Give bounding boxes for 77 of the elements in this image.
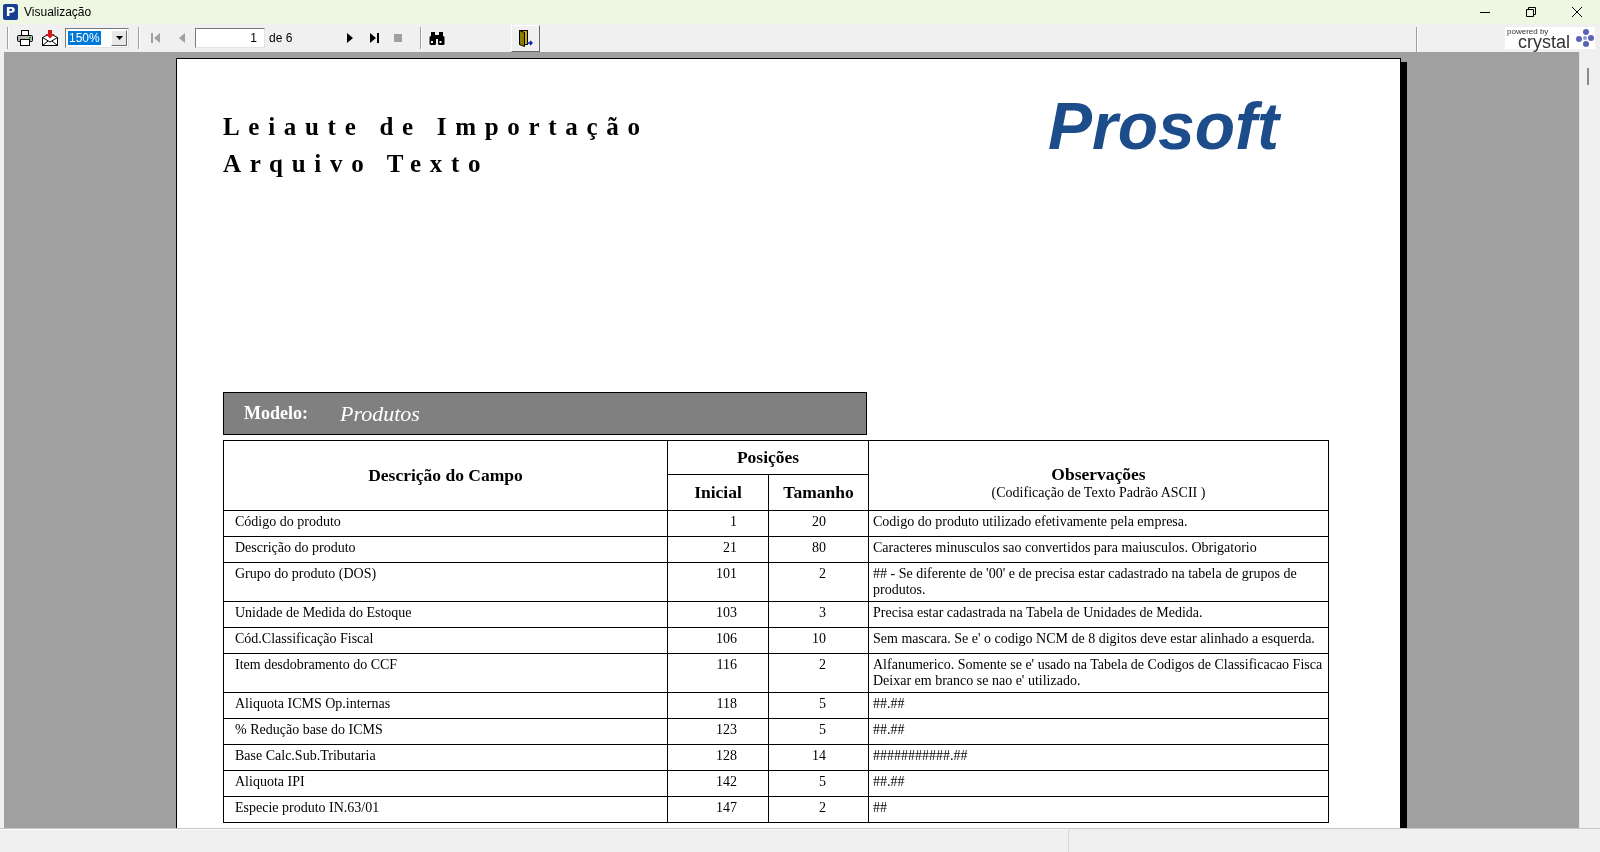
table-cell: 5 [769,693,869,719]
table-cell: 80 [769,537,869,563]
scrollbar-thumb[interactable] [1587,68,1589,85]
table-cell: 147 [668,797,769,823]
table-cell: Alfanumerico. Somente se e' usado na Tabela de Codigos de Classificacao Fisca Deixar em branco se nao e' utilizado. [869,654,1329,693]
table-cell: 106 [668,628,769,654]
model-label: Modelo: [244,403,308,424]
exit-button[interactable] [511,25,540,52]
column-header: Descrição do Campo [224,441,668,511]
column-header: Tamanho [769,475,869,511]
table-cell: 21 [668,537,769,563]
column-header: Observações [1051,464,1146,484]
door-arrow-icon [518,30,533,47]
column-subtitle: (Codificação de Texto Padrão ASCII ) [991,484,1206,501]
table-cell: 128 [668,745,769,771]
table-cell: Item desdobramento do CCF [224,654,668,693]
table-cell: Aliquota ICMS Op.internas [224,693,668,719]
table-cell: 118 [668,693,769,719]
table-cell: 101 [668,563,769,602]
table-cell: Cód.Classificação Fiscal [224,628,668,654]
table-cell: 2 [769,797,869,823]
table-cell: % Redução base do ICMS [224,719,668,745]
column-header: Inicial [668,475,769,511]
table-cell: Unidade de Medida do Estoque [224,602,668,628]
table-cell: 123 [668,719,769,745]
model-name: Produtos [340,400,420,427]
table-cell: Sem mascara. Se e' o codigo NCM de 8 digitos deve estar alinhado a esquerda. [869,628,1329,654]
report-title: Arquivo Texto [223,149,490,179]
table-cell: 14 [769,745,869,771]
page-count: de 6 [269,31,293,45]
table-cell: 3 [769,602,869,628]
table-cell: Especie produto IN.63/01 [224,797,668,823]
table-cell: Aliquota IPI [224,771,668,797]
zoom-combobox[interactable]: 150% [65,28,129,48]
table-cell: 5 [769,771,869,797]
table-cell: 103 [668,602,769,628]
export-button[interactable] [40,27,60,49]
skip-back-icon [150,32,162,44]
table-cell: ## - Se diferente de '00' e de precisa estar cadastrado na tabela de grupos de produtos. [869,563,1329,602]
table-cell: Descrição do produto [224,537,668,563]
close-icon [1572,7,1582,17]
table-cell: Código do produto [224,511,668,537]
table-cell: Precisa estar cadastrada na Tabela de Unidades de Medida. [869,602,1329,628]
square-icon [392,32,404,44]
table-cell: Codigo do produto utilizado efetivamente pela empresa. [869,511,1329,537]
table-cell: 1 [668,511,769,537]
table-cell: 20 [769,511,869,537]
print-button[interactable] [15,27,35,49]
table-cell: 2 [769,563,869,602]
company-logo: Prosoft [1048,93,1279,159]
table-cell: 5 [769,719,869,745]
dots-icon [1576,29,1594,47]
dropdown-button[interactable] [111,30,127,46]
table-cell: ##.## [869,771,1329,797]
envelope-arrow-icon [42,30,58,46]
table-cell: 10 [769,628,869,654]
table-cell: Caracteres minusculos sao convertidos para maiusculos. Obrigatorio [869,537,1329,563]
restore-icon [1526,7,1536,17]
table-cell: ##.## [869,719,1329,745]
window-title: Visualização [24,5,92,19]
report-title: Leiaute de Importação [223,112,649,142]
table-cell: 116 [668,654,769,693]
column-header: Posições [668,441,869,475]
printer-icon [17,30,33,46]
skip-forward-icon [368,32,380,44]
binoculars-icon [429,30,445,46]
table-cell: 142 [668,771,769,797]
table-cell: 2 [769,654,869,693]
page-number-field[interactable]: 1 [195,28,265,48]
app-icon: P [3,4,18,20]
table-cell: ###########.## [869,745,1329,771]
table-cell: Base Calc.Sub.Tributaria [224,745,668,771]
table-cell: ##.## [869,693,1329,719]
table-cell: Grupo do produto (DOS) [224,563,668,602]
caret-down-icon [115,36,123,40]
brand-tagline: powered by [1507,28,1549,36]
table-cell: ## [869,797,1329,823]
